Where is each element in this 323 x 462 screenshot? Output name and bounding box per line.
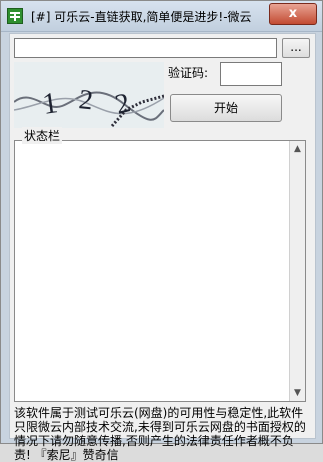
- captcha-label: 验证码:: [168, 66, 209, 80]
- scroll-down-icon[interactable]: ▼: [290, 385, 305, 401]
- start-button[interactable]: 开始: [170, 94, 282, 122]
- app-window: [#] 可乐云-直链获取,简单便是进步!-微云... x ... 1 2 2 验…: [0, 0, 323, 462]
- close-button[interactable]: x: [269, 3, 317, 25]
- main-panel: ... 1 2 2 验证码: 开始 ▲ ▼ 状态栏 该软件属于测试可乐云(网盘)…: [9, 33, 316, 462]
- scroll-up-icon[interactable]: ▲: [290, 141, 305, 157]
- captcha-field[interactable]: [220, 62, 282, 86]
- window-title: [#] 可乐云-直链获取,简单便是进步!-微云...: [31, 10, 251, 24]
- disclaimer-text: 该软件属于测试可乐云(网盘)的可用性与稳定性,此软件只限微云内部技术交流,未得到…: [14, 406, 306, 462]
- status-log[interactable]: ▲ ▼: [14, 140, 306, 402]
- status-bar-label: 状态栏: [22, 127, 63, 144]
- close-icon: x: [288, 6, 298, 21]
- url-input[interactable]: [14, 38, 277, 58]
- log-scrollbar[interactable]: ▲ ▼: [289, 141, 305, 401]
- browse-button[interactable]: ...: [282, 38, 310, 58]
- captcha-image: 1 2 2: [14, 62, 164, 128]
- title-bar[interactable]: [#] 可乐云-直链获取,简单便是进步!-微云... x: [1, 1, 322, 32]
- app-logo-icon: [7, 8, 23, 24]
